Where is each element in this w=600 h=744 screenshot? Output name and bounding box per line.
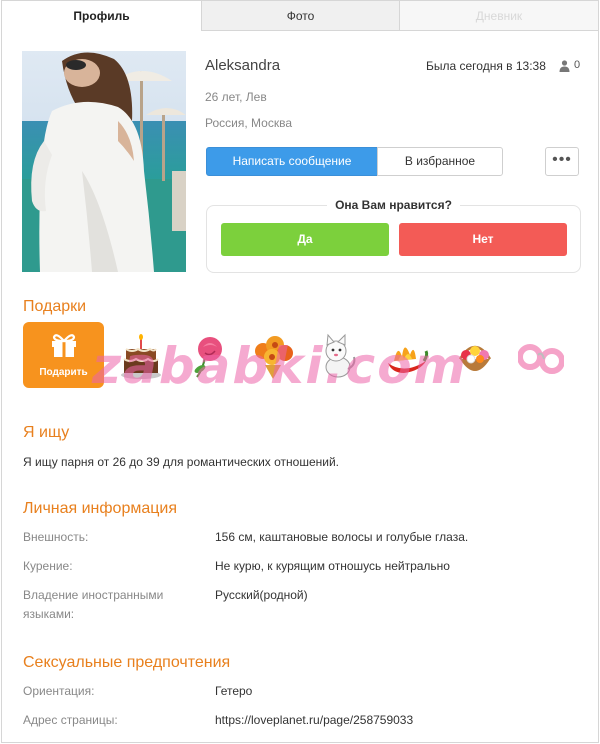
gifts-heading: Подарки	[23, 298, 87, 315]
add-to-favorites-button[interactable]: В избранное	[377, 147, 503, 176]
smoking-label: Курение:	[23, 559, 73, 573]
appearance-label: Внешность:	[23, 530, 89, 544]
personal-info-heading: Личная информация	[23, 500, 178, 517]
orientation-label: Ориентация:	[23, 684, 95, 698]
give-gift-label: Подарить	[39, 367, 88, 378]
page-address-label: Адрес страницы:	[23, 713, 118, 727]
tab-diary[interactable]: Дневник	[400, 1, 598, 31]
more-options-button[interactable]: •••	[545, 147, 579, 176]
like-question: Она Вам нравится?	[327, 198, 460, 212]
flower-basket-gift[interactable]	[452, 331, 498, 381]
rose-gift[interactable]	[187, 331, 233, 381]
person-icon	[559, 60, 570, 72]
like-prompt: Она Вам нравится? Да Нет	[206, 198, 581, 273]
smoking-value: Не курю, к курящим отношусь нейтрально	[215, 559, 450, 573]
bouquet-gift[interactable]	[250, 331, 296, 381]
tab-profile[interactable]: Профиль	[2, 1, 201, 31]
visits-count: 0	[574, 59, 581, 71]
sexual-preferences-heading: Сексуальные предпочтения	[23, 654, 231, 671]
last-seen-status: Была сегодня в 13:38	[426, 59, 546, 73]
gift-box-icon	[52, 334, 76, 357]
languages-label: Владение иностранными языками:	[23, 588, 164, 621]
profile-name: Aleksandra	[205, 57, 281, 74]
tab-bar: Профиль Фото Дневник	[2, 1, 598, 31]
seeking-heading: Я ищу	[23, 424, 70, 441]
profile-photo[interactable]	[22, 51, 186, 272]
page-address-value[interactable]: https://loveplanet.ru/page/258759033	[215, 711, 413, 730]
orientation-value: Гетеро	[215, 684, 253, 698]
send-message-button[interactable]: Написать сообщение	[206, 147, 378, 176]
kitten-gift[interactable]	[314, 331, 360, 381]
pepper-gift[interactable]	[384, 331, 430, 381]
tab-photo[interactable]: Фото	[201, 1, 400, 31]
appearance-value: 156 см, каштановые волосы и голубые глаз…	[215, 530, 469, 544]
like-no-button[interactable]: Нет	[399, 223, 567, 256]
give-gift-button[interactable]: Подарить	[23, 322, 104, 388]
age-zodiac: 26 лет, Лев	[205, 90, 267, 104]
languages-value: Русский(родной)	[215, 588, 308, 602]
like-yes-button[interactable]: Да	[221, 223, 389, 256]
location: Россия, Москва	[205, 116, 292, 130]
cake-gift[interactable]	[118, 331, 164, 381]
profile-page: Профиль Фото Дневник Aleksandra Была сег…	[1, 0, 599, 743]
fluffy-handcuffs-gift[interactable]	[518, 331, 564, 381]
seeking-text: Я ищу парня от 26 до 39 для романтически…	[23, 455, 339, 469]
